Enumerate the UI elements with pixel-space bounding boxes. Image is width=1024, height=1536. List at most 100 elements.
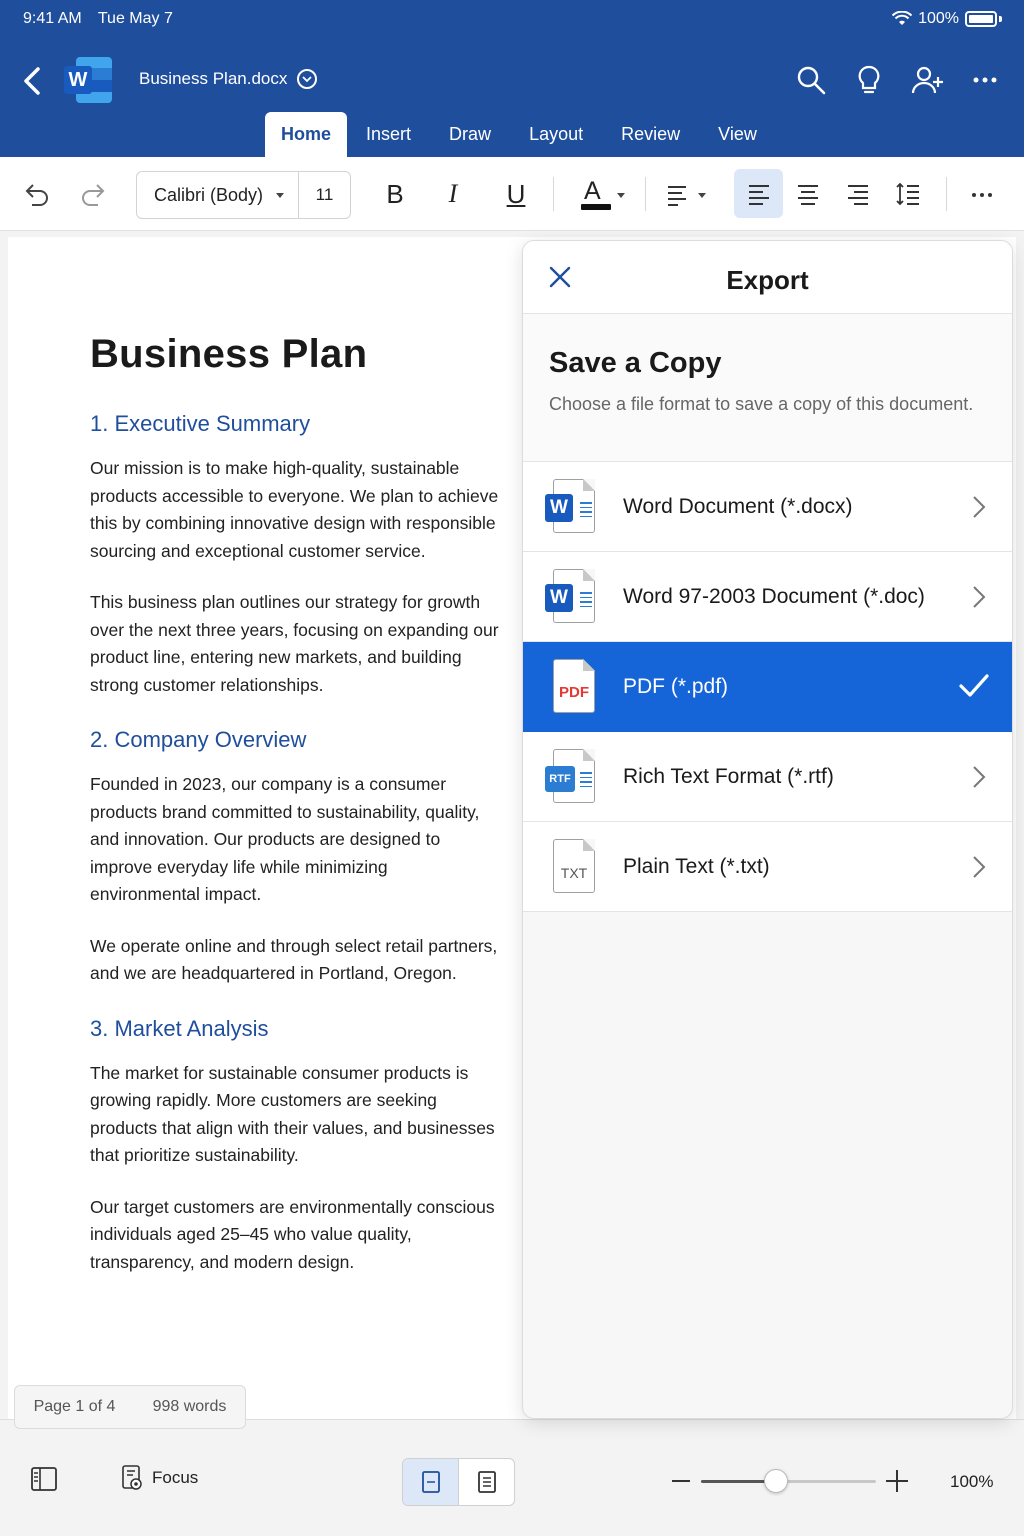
chevron-down-icon — [297, 69, 318, 89]
chevron-right-icon — [973, 766, 986, 788]
checkmark-icon — [959, 674, 989, 697]
battery-percent: 100% — [918, 10, 959, 27]
format-option-txt[interactable]: TXT Plain Text (*.txt) — [523, 822, 1012, 912]
word-doc-icon: W — [545, 479, 597, 535]
document-heading: Business Plan — [90, 332, 368, 376]
zoom-in-button[interactable] — [886, 1470, 908, 1492]
line-spacing-button[interactable] — [886, 169, 930, 218]
export-panel-header: Export — [523, 241, 1012, 314]
align-right-button[interactable] — [836, 169, 880, 218]
undo-icon[interactable] — [20, 177, 52, 209]
word-count: 998 words — [152, 1398, 227, 1415]
wifi-icon — [892, 11, 913, 25]
format-option-pdf[interactable]: PDF PDF (*.pdf) — [523, 642, 1012, 732]
rtf-icon: RTF — [545, 749, 597, 805]
font-color-button[interactable]: A — [574, 175, 630, 215]
chevron-right-icon — [973, 856, 986, 878]
font-color-icon: A — [579, 175, 611, 215]
chevron-right-icon — [973, 586, 986, 608]
save-copy-title: Save a Copy — [549, 347, 722, 379]
more-icon[interactable] — [968, 63, 1002, 97]
status-left: 9:41 AM Tue May 7 — [23, 10, 185, 28]
document-title: Business Plan.docx — [139, 69, 288, 88]
print-layout-button[interactable] — [403, 1459, 459, 1505]
reading-view-icon — [477, 1471, 496, 1493]
font-size-field[interactable]: 11 — [299, 172, 350, 218]
pdf-label: PDF — [559, 684, 589, 701]
share-person-icon[interactable] — [910, 63, 944, 97]
format-label: Word 97-2003 Document (*.doc) — [623, 584, 925, 608]
line-spacing-icon — [896, 182, 919, 205]
format-option-doc[interactable]: W Word 97-2003 Document (*.doc) — [523, 552, 1012, 642]
focus-icon — [122, 1465, 142, 1490]
search-icon[interactable] — [794, 63, 828, 97]
tab-review[interactable]: Review — [602, 112, 699, 157]
txt-label: TXT — [560, 865, 588, 881]
page-view-icon — [421, 1471, 440, 1493]
sidebar-toggle-icon[interactable] — [30, 1466, 58, 1492]
app-header: 9:41 AM Tue May 7 100% W Business Plan.d… — [0, 0, 1024, 157]
export-panel-title: Export — [726, 265, 809, 295]
more-icon[interactable] — [966, 179, 998, 211]
focus-label: Focus — [152, 1468, 199, 1487]
status-bar: 9:41 AM Tue May 7 100% — [23, 8, 1002, 30]
font-picker: Calibri (Body) 11 — [136, 171, 351, 219]
chevron-right-icon — [973, 496, 986, 518]
status-time: 9:41 AM — [23, 10, 82, 27]
document-content[interactable]: Business Plan 1. Executive Summary Our m… — [90, 332, 500, 1304]
bullets-dropdown[interactable] — [662, 175, 710, 215]
italic-button[interactable]: I — [433, 174, 473, 214]
format-option-docx[interactable]: W Word Document (*.docx) — [523, 462, 1012, 552]
format-label: Plain Text (*.txt) — [623, 854, 770, 878]
section-heading: 3. Market Analysis — [90, 1015, 269, 1041]
align-center-button[interactable] — [786, 169, 830, 218]
format-label: Rich Text Format (*.rtf) — [623, 764, 834, 788]
bold-button[interactable]: B — [375, 174, 415, 214]
caret-down-icon — [617, 192, 625, 198]
redo-icon[interactable] — [78, 177, 110, 209]
battery-icon — [965, 11, 997, 27]
focus-button[interactable]: Focus — [120, 1464, 198, 1492]
page-word-count-badge[interactable]: Page 1 of 4 998 words — [14, 1385, 246, 1429]
tab-view[interactable]: View — [699, 112, 776, 157]
font-name-dropdown[interactable]: Calibri (Body) — [137, 172, 299, 218]
view-mode-toggle — [402, 1458, 515, 1506]
section-market-analysis: 3. Market Analysis The market for sustai… — [90, 1016, 500, 1277]
paragraph: The market for sustainable consumer prod… — [90, 1062, 495, 1166]
status-date: Tue May 7 — [97, 10, 173, 27]
zoom-level: 100% — [950, 1472, 994, 1491]
tab-home[interactable]: Home — [265, 112, 348, 157]
lightbulb-icon[interactable] — [852, 63, 886, 97]
align-center-icon — [798, 184, 818, 205]
back-chevron-icon[interactable] — [18, 63, 50, 99]
txt-icon: TXT — [545, 839, 597, 895]
align-left-button[interactable] — [734, 169, 783, 218]
tab-draw[interactable]: Draw — [430, 112, 510, 157]
zoom-slider-thumb[interactable] — [764, 1469, 789, 1493]
word-doc-icon: W — [545, 569, 597, 625]
zoom-out-button[interactable] — [672, 1480, 690, 1482]
section-heading: 2. Company Overview — [90, 727, 307, 752]
paragraph: Founded in 2023, our company is a consum… — [90, 774, 480, 904]
mobile-view-button[interactable] — [459, 1459, 514, 1505]
file-sheet: PDF — [553, 659, 595, 713]
format-option-rtf[interactable]: RTF Rich Text Format (*.rtf) — [523, 732, 1012, 822]
ribbon-tabs: Home Insert Draw Layout Review View — [265, 112, 776, 157]
battery-cap — [999, 16, 1002, 22]
tab-insert[interactable]: Insert — [347, 112, 430, 157]
underline-button[interactable]: U — [496, 174, 536, 214]
document-title-button[interactable]: Business Plan.docx — [139, 69, 318, 89]
toolbar-separator — [645, 177, 646, 211]
font-color-letter: A — [584, 177, 601, 205]
paragraph: Our mission is to make high-quality, sus… — [90, 458, 499, 561]
zoom-slider[interactable] — [701, 1469, 876, 1493]
tab-layout[interactable]: Layout — [510, 112, 602, 157]
caret-down-icon — [698, 192, 706, 198]
save-copy-description: Choose a file format to save a copy of t… — [549, 394, 974, 414]
bottom-bar: Focus 100% — [0, 1419, 1024, 1536]
caret-down-icon — [276, 193, 284, 198]
section-executive-summary: 1. Executive Summary Our mission is to m… — [90, 411, 500, 699]
format-list: W Word Document (*.docx) W Word 97-2003 … — [523, 462, 1012, 912]
paragraph: Our target customers are environmentally… — [90, 1196, 495, 1272]
word-badge: W — [545, 584, 573, 612]
